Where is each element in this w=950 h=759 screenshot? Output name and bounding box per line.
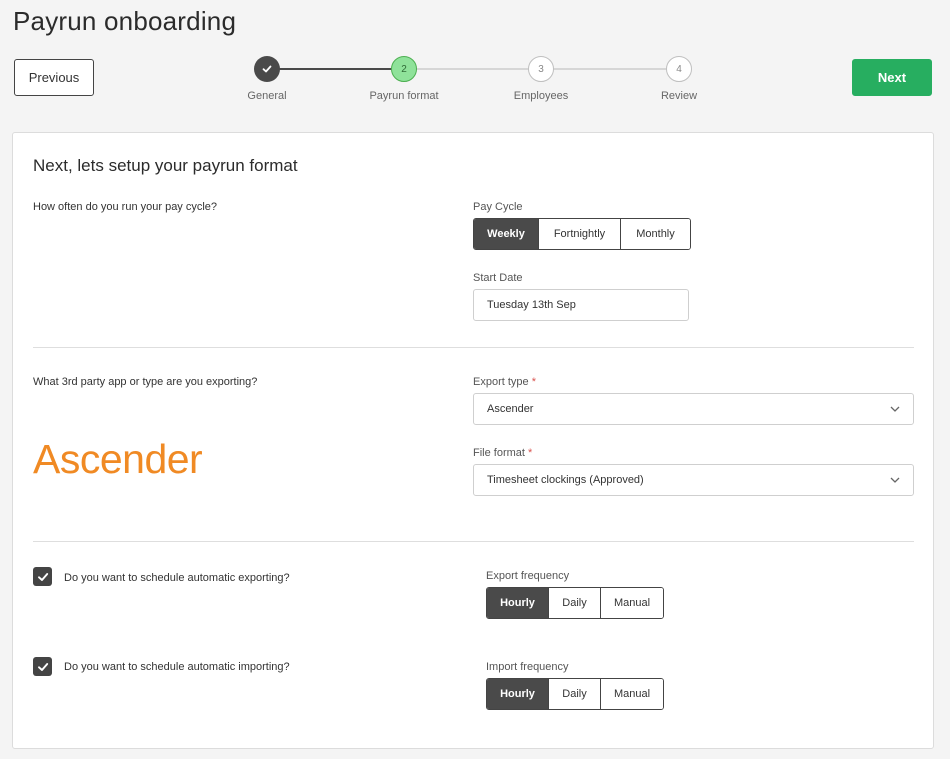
pay-cycle-fortnightly-option[interactable]: Fortnightly <box>538 219 620 249</box>
divider <box>33 541 914 542</box>
start-date-field[interactable]: Tuesday 13th Sep <box>473 289 689 321</box>
pay-cycle-weekly-option[interactable]: Weekly <box>474 219 538 249</box>
step-review-label: Review <box>660 90 698 102</box>
export-type-value: Ascender <box>487 403 534 415</box>
export-frequency-selector: Hourly Daily Manual <box>486 587 664 619</box>
file-format-label: File format * <box>473 447 533 459</box>
import-frequency-manual-option[interactable]: Manual <box>600 679 663 709</box>
step-payrun-format-label: Payrun format <box>369 90 439 102</box>
step-review-circle: 4 <box>666 56 692 82</box>
import-frequency-selector: Hourly Daily Manual <box>486 678 664 710</box>
checkmark-icon <box>37 662 48 671</box>
export-type-select[interactable]: Ascender <box>473 393 914 425</box>
export-frequency-manual-option[interactable]: Manual <box>600 588 663 618</box>
previous-button[interactable]: Previous <box>14 59 94 96</box>
step-general-label: General <box>247 90 287 102</box>
pay-cycle-label: Pay Cycle <box>473 201 523 213</box>
export-frequency-daily-option[interactable]: Daily <box>548 588 600 618</box>
chevron-down-icon <box>890 477 900 483</box>
export-frequency-hourly-option[interactable]: Hourly <box>487 588 548 618</box>
schedule-export-checkbox[interactable] <box>33 567 52 586</box>
export-question: What 3rd party app or type are you expor… <box>33 376 258 388</box>
file-format-value: Timesheet clockings (Approved) <box>487 474 644 486</box>
import-frequency-hourly-option[interactable]: Hourly <box>487 679 548 709</box>
pay-cycle-monthly-option[interactable]: Monthly <box>620 219 690 249</box>
schedule-import-question: Do you want to schedule automatic import… <box>64 661 290 673</box>
step-employees-label: Employees <box>513 90 569 102</box>
export-type-label: Export type * <box>473 376 536 388</box>
pay-cycle-selector: Weekly Fortnightly Monthly <box>473 218 691 250</box>
step-payrun-format-circle: 2 <box>391 56 417 82</box>
stepper-line-done <box>267 68 404 70</box>
section-heading: Next, lets setup your payrun format <box>33 156 298 175</box>
divider <box>33 347 914 348</box>
start-date-label: Start Date <box>473 272 523 284</box>
step-employees-circle: 3 <box>528 56 554 82</box>
export-frequency-label: Export frequency <box>486 570 570 582</box>
import-frequency-label: Import frequency <box>486 661 569 673</box>
import-frequency-daily-option[interactable]: Daily <box>548 679 600 709</box>
schedule-export-question: Do you want to schedule automatic export… <box>64 572 290 584</box>
checkmark-icon <box>37 572 48 581</box>
page-title: Payrun onboarding <box>13 6 237 36</box>
required-mark: * <box>531 376 536 388</box>
next-button[interactable]: Next <box>852 59 932 96</box>
pay-cycle-question: How often do you run your pay cycle? <box>33 201 218 213</box>
required-mark: * <box>528 447 533 459</box>
chevron-down-icon <box>890 406 900 412</box>
schedule-import-checkbox[interactable] <box>33 657 52 676</box>
ascender-logo: Ascender <box>33 436 203 482</box>
checkmark-icon <box>262 65 272 73</box>
step-general-circle <box>254 56 280 82</box>
file-format-select[interactable]: Timesheet clockings (Approved) <box>473 464 914 496</box>
